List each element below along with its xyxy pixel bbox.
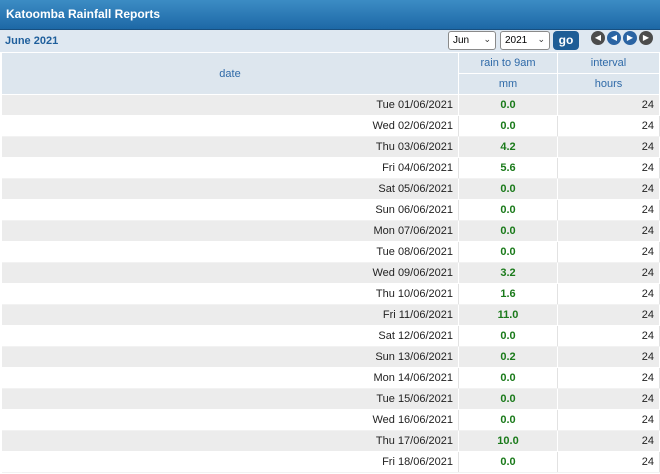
interval-cell: 24 [557, 115, 660, 137]
interval-cell: 24 [557, 409, 660, 431]
rain-cell: 0.0 [458, 241, 558, 263]
table-row: Sun 06/06/2021 0.0 24 [1, 199, 660, 221]
period-label: June 2021 [5, 35, 59, 47]
interval-cell: 24 [557, 157, 660, 179]
interval-unit-header: hours [557, 73, 660, 95]
table-row: Mon 14/06/2021 0.0 24 [1, 367, 660, 389]
rain-cell: 0.0 [458, 451, 558, 473]
interval-cell: 24 [557, 430, 660, 452]
date-cell: Fri 11/06/2021 [1, 304, 459, 326]
interval-cell: 24 [557, 304, 660, 326]
date-cell: Thu 10/06/2021 [1, 283, 459, 305]
interval-cell: 24 [557, 262, 660, 284]
year-select[interactable]: 2021 ⌄ [500, 31, 550, 50]
interval-cell: 24 [557, 367, 660, 389]
date-cell: Tue 15/06/2021 [1, 388, 459, 410]
date-cell: Thu 17/06/2021 [1, 430, 459, 452]
rain-cell: 0.0 [458, 325, 558, 347]
table-row: Fri 18/06/2021 0.0 24 [1, 451, 660, 473]
date-cell: Sat 05/06/2021 [1, 178, 459, 200]
rain-cell: 0.2 [458, 346, 558, 368]
date-cell: Wed 09/06/2021 [1, 262, 459, 284]
date-cell: Sun 06/06/2021 [1, 199, 459, 221]
date-cell: Thu 03/06/2021 [1, 136, 459, 158]
date-cell: Fri 18/06/2021 [1, 451, 459, 473]
interval-cell: 24 [557, 94, 660, 116]
interval-cell: 24 [557, 241, 660, 263]
rainfall-table: date rain to 9am interval mm hours Tue 0… [1, 52, 660, 473]
rain-cell: 0.0 [458, 199, 558, 221]
rain-column-header: rain to 9am [458, 52, 558, 74]
date-cell: Mon 07/06/2021 [1, 220, 459, 242]
table-row: Sat 05/06/2021 0.0 24 [1, 178, 660, 200]
last-icon[interactable]: ▶ [639, 31, 653, 45]
interval-cell: 24 [557, 346, 660, 368]
rain-cell: 4.2 [458, 136, 558, 158]
date-cell: Sat 12/06/2021 [1, 325, 459, 347]
interval-cell: 24 [557, 325, 660, 347]
interval-cell: 24 [557, 178, 660, 200]
table-row: Mon 07/06/2021 0.0 24 [1, 220, 660, 242]
go-button[interactable]: go [553, 31, 579, 50]
table-row: Thu 03/06/2021 4.2 24 [1, 136, 660, 158]
table-row: Wed 16/06/2021 0.0 24 [1, 409, 660, 431]
rain-cell: 0.0 [458, 367, 558, 389]
date-cell: Tue 08/06/2021 [1, 241, 459, 263]
table-row: Tue 08/06/2021 0.0 24 [1, 241, 660, 263]
rain-cell: 1.6 [458, 283, 558, 305]
window-title: Katoomba Rainfall Reports [0, 0, 660, 30]
control-bar: June 2021 Jun ⌄ 2021 ⌄ go ◀ ◀ ▶ ▶ [0, 30, 660, 52]
rain-cell: 0.0 [458, 388, 558, 410]
year-select-value: 2021 [505, 35, 528, 46]
interval-cell: 24 [557, 451, 660, 473]
first-icon[interactable]: ◀ [591, 31, 605, 45]
table-row: Tue 01/06/2021 0.0 24 [1, 94, 660, 116]
date-column-header: date [1, 52, 459, 95]
rain-cell: 10.0 [458, 430, 558, 452]
table-row: Wed 09/06/2021 3.2 24 [1, 262, 660, 284]
table-row: Wed 02/06/2021 0.0 24 [1, 115, 660, 137]
rain-cell: 5.6 [458, 157, 558, 179]
table-row: Sun 13/06/2021 0.2 24 [1, 346, 660, 368]
interval-cell: 24 [557, 220, 660, 242]
rain-cell: 0.0 [458, 178, 558, 200]
rain-unit-header: mm [458, 73, 558, 95]
rain-cell: 3.2 [458, 262, 558, 284]
date-cell: Wed 16/06/2021 [1, 409, 459, 431]
date-cell: Fri 04/06/2021 [1, 157, 459, 179]
interval-cell: 24 [557, 388, 660, 410]
rain-cell: 0.0 [458, 115, 558, 137]
table-row: Fri 04/06/2021 5.6 24 [1, 157, 660, 179]
date-cell: Mon 14/06/2021 [1, 367, 459, 389]
date-cell: Wed 02/06/2021 [1, 115, 459, 137]
table-row: Tue 15/06/2021 0.0 24 [1, 388, 660, 410]
chevron-down-icon: ⌄ [537, 34, 545, 44]
interval-cell: 24 [557, 199, 660, 221]
month-select[interactable]: Jun ⌄ [448, 31, 496, 50]
prev-icon[interactable]: ◀ [607, 31, 621, 45]
rain-cell: 0.0 [458, 94, 558, 116]
month-select-value: Jun [453, 35, 470, 46]
interval-cell: 24 [557, 136, 660, 158]
rain-cell: 11.0 [458, 304, 558, 326]
rain-cell: 0.0 [458, 409, 558, 431]
date-cell: Tue 01/06/2021 [1, 94, 459, 116]
interval-column-header: interval [557, 52, 660, 74]
date-cell: Sun 13/06/2021 [1, 346, 459, 368]
next-icon[interactable]: ▶ [623, 31, 637, 45]
rain-cell: 0.0 [458, 220, 558, 242]
table-row: Fri 11/06/2021 11.0 24 [1, 304, 660, 326]
table-row: Thu 10/06/2021 1.6 24 [1, 283, 660, 305]
chevron-down-icon: ⌄ [483, 34, 491, 44]
interval-cell: 24 [557, 283, 660, 305]
table-row: Sat 12/06/2021 0.0 24 [1, 325, 660, 347]
table-row: Thu 17/06/2021 10.0 24 [1, 430, 660, 452]
